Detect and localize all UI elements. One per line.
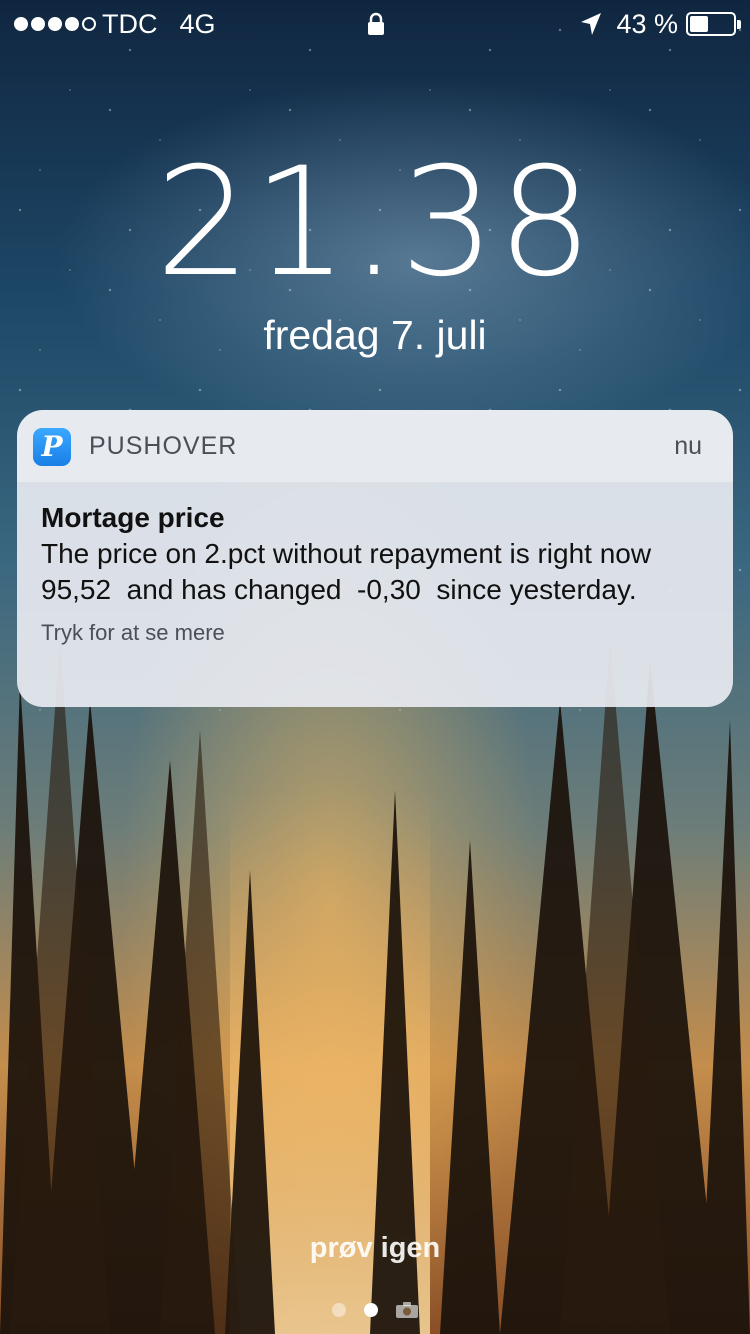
notification-app-name: PUSHOVER [89,432,238,460]
retry-prompt: prøv igen [309,1232,441,1264]
battery-percentage: 43 % [616,9,678,39]
page-dot-active[interactable] [364,1303,378,1317]
lockscreen-date: fredag 7. juli [263,312,487,358]
notification-time: nu [674,432,702,460]
battery-icon [686,12,741,36]
lockscreen-clock: 21.38 [155,136,595,310]
lock-icon [368,12,384,35]
camera-icon[interactable] [396,1302,418,1318]
signal-strength-icon [14,17,96,31]
notification-card[interactable]: P PUSHOVER nu Mortage price The price on… [17,410,733,707]
location-arrow-icon [581,13,602,35]
notification-body: Mortage price The price on 2.pct without… [17,482,733,646]
notification-message: The price on 2.pct without repayment is … [41,538,667,605]
page-indicator[interactable] [332,1302,418,1318]
carrier-name: TDC [102,9,158,39]
forest-silhouette [0,640,750,1334]
notification-header: P PUSHOVER nu [17,410,733,482]
status-bar: TDC 4G 43 % [0,0,750,48]
pushover-app-icon: P [33,428,71,466]
page-dot[interactable] [332,1303,346,1317]
notification-hint: Tryk for at se mere [41,620,225,645]
network-type: 4G [179,9,216,39]
notification-title: Mortage price [41,502,225,533]
